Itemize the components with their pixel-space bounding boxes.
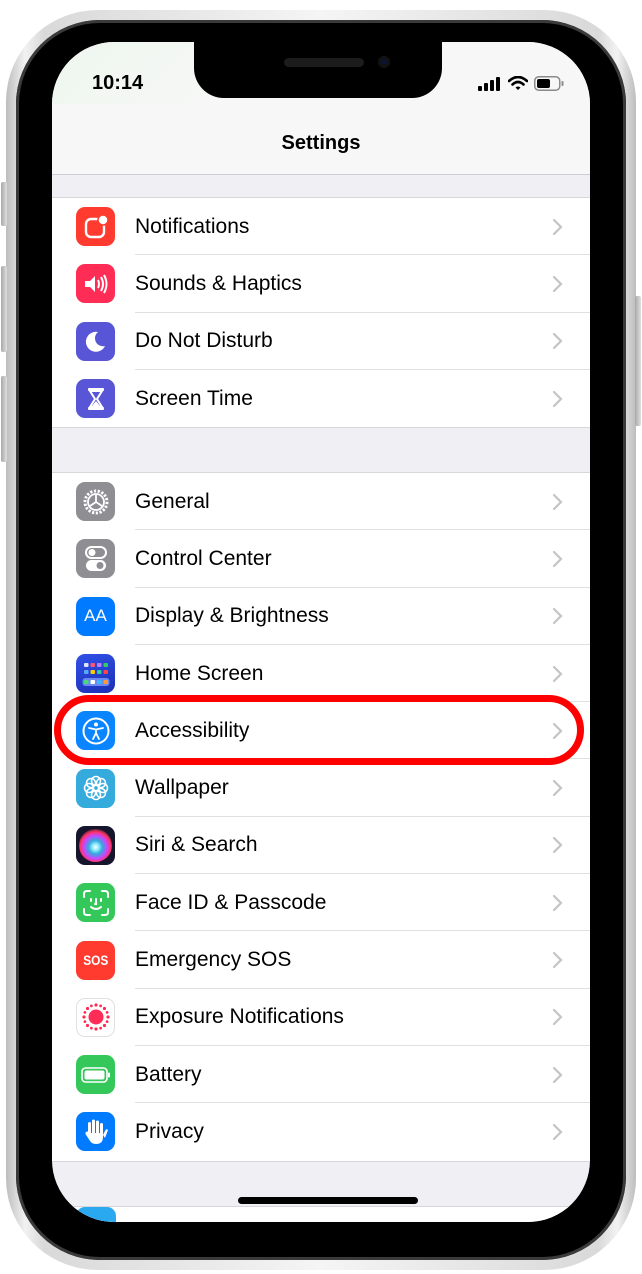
screen: 10:14 Settings Notifications Sounds & Ha… <box>52 42 590 1222</box>
settings-row-display-brightness[interactable]: AA Display & Brightness <box>52 588 590 645</box>
toggles-icon <box>76 539 115 579</box>
aa-glyph: AA <box>84 606 107 626</box>
row-label: Face ID & Passcode <box>135 890 327 914</box>
face-id-icon <box>76 883 115 923</box>
chevron-right-icon <box>552 608 563 625</box>
row-label: Battery <box>135 1062 202 1086</box>
row-label: General <box>135 489 210 513</box>
chevron-right-icon <box>552 894 563 911</box>
chevron-right-icon <box>552 390 563 407</box>
chevron-right-icon <box>552 951 563 969</box>
settings-row-face-id-passcode[interactable]: Face ID & Passcode <box>52 874 590 932</box>
navigation-bar: Settings <box>52 104 590 175</box>
chevron-right-icon <box>552 837 563 854</box>
row-label: Siri & Search <box>135 833 258 857</box>
sos-icon: SOS <box>76 940 115 980</box>
row-label: Accessibility <box>135 718 250 742</box>
settings-row-sounds-haptics[interactable]: Sounds & Haptics <box>52 255 590 313</box>
row-label: Display & Brightness <box>135 604 329 628</box>
settings-group-2: General Control Center AA Display & Brig… <box>52 472 590 1162</box>
moon-icon <box>76 321 115 361</box>
volume-down-button <box>1 376 7 462</box>
hourglass-icon <box>76 379 115 419</box>
chevron-right-icon <box>552 218 563 235</box>
row-label: Emergency SOS <box>135 948 292 972</box>
flower-icon <box>76 768 115 808</box>
settings-row-do-not-disturb[interactable]: Do Not Disturb <box>52 313 590 370</box>
chevron-right-icon <box>552 780 563 797</box>
text-size-icon: AA <box>76 596 115 636</box>
chevron-right-icon <box>552 1066 563 1083</box>
settings-row-control-center[interactable]: Control Center <box>52 530 590 588</box>
row-label: Sounds & Haptics <box>135 271 302 295</box>
notifications-icon <box>76 207 115 247</box>
gear-icon <box>76 482 115 522</box>
settings-row-exposure-notifications[interactable]: Exposure Notifications <box>52 989 590 1046</box>
volume-up-button <box>1 266 7 352</box>
row-label: Notifications <box>135 214 250 238</box>
status-icons <box>478 76 564 91</box>
settings-row-siri-search[interactable]: Siri & Search <box>52 817 590 875</box>
settings-row-home-screen[interactable]: Home Screen <box>52 645 590 703</box>
chevron-right-icon <box>552 722 563 739</box>
battery-icon <box>76 1055 115 1095</box>
settings-group-1: Notifications Sounds & Haptics Do Not Di… <box>52 197 590 429</box>
chevron-right-icon <box>552 333 563 350</box>
page-title: Settings <box>281 132 361 154</box>
home-indicator[interactable] <box>238 1197 418 1204</box>
chevron-right-icon <box>552 1123 563 1141</box>
battery-icon <box>534 76 564 91</box>
chevron-right-icon <box>552 665 563 682</box>
row-label: Privacy <box>135 1119 204 1143</box>
row-label: Wallpaper <box>135 776 229 800</box>
settings-row-general[interactable]: General <box>52 473 590 531</box>
wifi-icon <box>508 76 528 90</box>
settings-row-screen-time[interactable]: Screen Time <box>52 370 590 427</box>
app-grid-icon <box>76 654 115 694</box>
cellular-signal-icon <box>478 76 500 91</box>
status-time: 10:14 <box>92 72 144 94</box>
earpiece-speaker <box>284 58 364 67</box>
chevron-right-icon <box>552 550 563 568</box>
side-button <box>635 296 641 426</box>
settings-row-accessibility[interactable]: Accessibility <box>52 702 590 760</box>
sos-glyph: SOS <box>82 952 109 969</box>
notch <box>194 42 442 98</box>
row-label: Exposure Notifications <box>135 1005 344 1029</box>
settings-row-privacy[interactable]: Privacy <box>52 1103 590 1160</box>
row-label: Screen Time <box>135 386 253 410</box>
chevron-right-icon <box>552 493 563 510</box>
speaker-icon <box>76 264 115 304</box>
settings-row-battery[interactable]: Battery <box>52 1046 590 1104</box>
settings-row-wallpaper[interactable]: Wallpaper <box>52 759 590 817</box>
accessibility-icon <box>76 711 115 751</box>
settings-row-emergency-sos[interactable]: SOS Emergency SOS <box>52 931 590 989</box>
settings-row-notifications[interactable]: Notifications <box>52 198 590 256</box>
row-label: Do Not Disturb <box>135 329 273 353</box>
mute-switch <box>1 182 7 226</box>
front-camera <box>378 56 390 68</box>
chevron-right-icon <box>552 1009 563 1026</box>
next-row-icon-peek <box>76 1207 116 1222</box>
settings-group-3-peek <box>52 1206 590 1222</box>
row-label: Control Center <box>135 546 272 570</box>
siri-icon <box>76 825 115 865</box>
hand-icon <box>76 1112 115 1152</box>
row-label: Home Screen <box>135 661 264 685</box>
chevron-right-icon <box>552 275 563 293</box>
exposure-icon <box>76 997 115 1037</box>
